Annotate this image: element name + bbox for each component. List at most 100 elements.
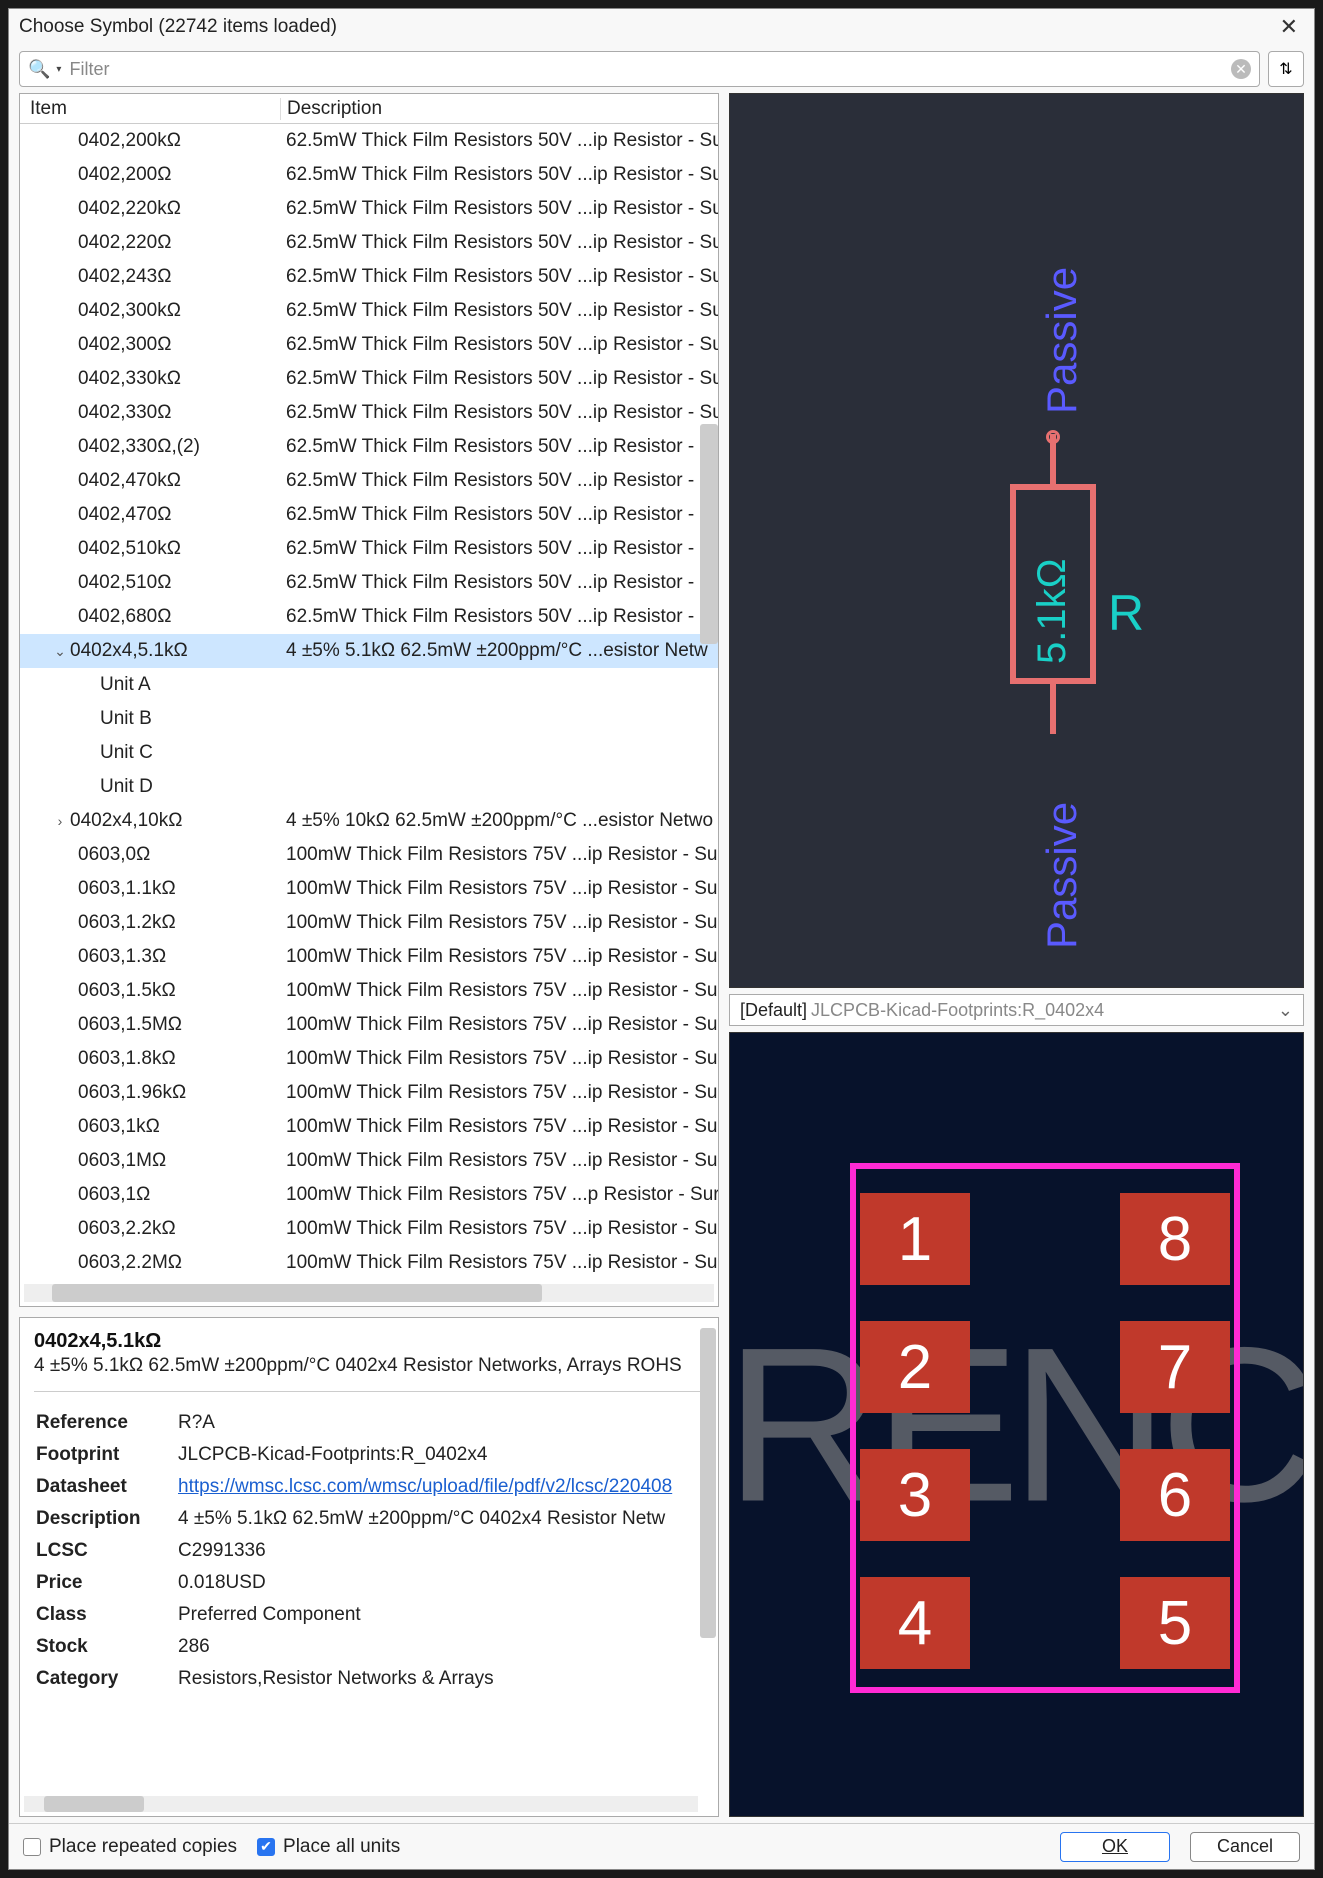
list-item[interactable]: 0603,1.3Ω100mW Thick Film Resistors 75V … <box>20 940 718 974</box>
list-item-name: 0402,510kΩ <box>78 538 181 559</box>
right-column: Passive 5.1kΩ R Passive [Default] JLCPCB… <box>729 93 1304 1817</box>
list-item-description: 62.5mW Thick Film Resistors 50V ...ip Re… <box>280 402 718 424</box>
list-item[interactable]: Unit D <box>20 770 718 804</box>
field-description-key: Description <box>36 1504 176 1534</box>
horizontal-scrollbar-thumb[interactable] <box>52 1284 542 1302</box>
list-item[interactable]: Unit A <box>20 668 718 702</box>
list-item-name: 0402,200kΩ <box>78 130 181 151</box>
list-item[interactable]: 0402,510Ω62.5mW Thick Film Resistors 50V… <box>20 566 718 600</box>
footprint-select[interactable]: [Default] JLCPCB-Kicad-Footprints:R_0402… <box>729 994 1304 1026</box>
list-item[interactable]: 0402,680Ω62.5mW Thick Film Resistors 50V… <box>20 600 718 634</box>
list-item-description: 62.5mW Thick Film Resistors 50V ...ip Re… <box>280 232 718 254</box>
list-item[interactable]: 0402,300Ω62.5mW Thick Film Resistors 50V… <box>20 328 718 362</box>
search-field[interactable]: 🔍 ▾ ✕ <box>19 51 1260 87</box>
footprint-preview-canvas[interactable]: RENC 1 2 3 4 5 6 7 8 <box>729 1032 1304 1817</box>
list-item[interactable]: 0402,200kΩ62.5mW Thick Film Resistors 50… <box>20 124 718 158</box>
list-item-name: 0603,2.2kΩ <box>78 1218 176 1239</box>
list-item-description: 62.5mW Thick Film Resistors 50V ...ip Re… <box>280 504 718 526</box>
detail-horizontal-scrollbar-thumb[interactable] <box>44 1796 144 1812</box>
list-item-name: 0603,1.3Ω <box>78 946 166 967</box>
pin-label-bottom: Passive <box>1038 802 1086 949</box>
list-item-description: 4 ±5% 10kΩ 62.5mW ±200ppm/°C ...esistor … <box>280 810 718 832</box>
list-item[interactable]: 0402,220kΩ62.5mW Thick Film Resistors 50… <box>20 192 718 226</box>
checkbox-place-all-units[interactable]: ✔ Place all units <box>257 1836 400 1858</box>
checkbox-checked-icon: ✔ <box>257 1838 275 1856</box>
column-header-item[interactable]: Item <box>20 98 280 120</box>
list-item[interactable]: 0402,243Ω62.5mW Thick Film Resistors 50V… <box>20 260 718 294</box>
column-header-description[interactable]: Description <box>280 98 718 120</box>
pin-line-top <box>1050 434 1056 488</box>
list-item-description: 100mW Thick Film Resistors 75V ...ip Res… <box>280 1048 718 1070</box>
list-item[interactable]: 0402,200Ω62.5mW Thick Film Resistors 50V… <box>20 158 718 192</box>
list-item-name: 0603,1.5MΩ <box>78 1014 182 1035</box>
chevron-right-icon[interactable]: › <box>50 813 70 829</box>
list-item-name: 0402,220kΩ <box>78 198 181 219</box>
symbol-value: 5.1kΩ <box>1030 558 1075 664</box>
sort-button[interactable]: ⇅ <box>1268 51 1304 87</box>
checkbox-repeated-copies[interactable]: Place repeated copies <box>23 1836 237 1858</box>
vertical-scrollbar-thumb[interactable] <box>700 424 718 644</box>
list-item[interactable]: 0402,330Ω,(2)62.5mW Thick Film Resistors… <box>20 430 718 464</box>
field-datasheet-link[interactable]: https://wmsc.lcsc.com/wmsc/upload/file/p… <box>178 1476 702 1498</box>
list-item-name: 0603,1.1kΩ <box>78 878 176 899</box>
list-item[interactable]: 0402,470Ω62.5mW Thick Film Resistors 50V… <box>20 498 718 532</box>
list-item[interactable]: 0603,1.2kΩ100mW Thick Film Resistors 75V… <box>20 906 718 940</box>
search-mode-caret-icon[interactable]: ▾ <box>56 64 61 75</box>
list-item-name: 0402,510Ω <box>78 572 171 593</box>
list-item-description: 100mW Thick Film Resistors 75V ...ip Res… <box>280 980 718 1002</box>
cancel-button[interactable]: Cancel <box>1190 1832 1300 1862</box>
chevron-down-icon[interactable]: ⌄ <box>50 643 70 660</box>
horizontal-scrollbar[interactable] <box>24 1284 714 1302</box>
pad-7: 7 <box>1120 1321 1230 1413</box>
field-lcsc-value: C2991336 <box>178 1536 702 1566</box>
symbol-preview-canvas[interactable]: Passive 5.1kΩ R Passive <box>729 93 1304 988</box>
list-item[interactable]: 0603,1.5kΩ100mW Thick Film Resistors 75V… <box>20 974 718 1008</box>
list-item[interactable]: Unit C <box>20 736 718 770</box>
list-item-name: Unit B <box>100 708 152 729</box>
list-item-description: 100mW Thick Film Resistors 75V ...ip Res… <box>280 912 718 934</box>
list-item[interactable]: 0603,0Ω100mW Thick Film Resistors 75V ..… <box>20 838 718 872</box>
detail-vertical-scrollbar-thumb[interactable] <box>700 1328 716 1638</box>
detail-horizontal-scrollbar[interactable] <box>24 1796 698 1812</box>
list-item[interactable]: 0402,470kΩ62.5mW Thick Film Resistors 50… <box>20 464 718 498</box>
clear-search-icon[interactable]: ✕ <box>1231 59 1251 79</box>
list-item[interactable]: 0603,1.1kΩ100mW Thick Film Resistors 75V… <box>20 872 718 906</box>
checkbox-label: Place repeated copies <box>49 1836 237 1858</box>
footer: Place repeated copies ✔ Place all units … <box>9 1823 1314 1869</box>
list-item-description: 62.5mW Thick Film Resistors 50V ...ip Re… <box>280 266 718 288</box>
list-item[interactable]: 0402,300kΩ62.5mW Thick Film Resistors 50… <box>20 294 718 328</box>
list-item[interactable]: 0603,1.96kΩ100mW Thick Film Resistors 75… <box>20 1076 718 1110</box>
field-reference-key: Reference <box>36 1408 176 1438</box>
detail-subtitle: 4 ±5% 5.1kΩ 62.5mW ±200ppm/°C 0402x4 Res… <box>34 1355 704 1377</box>
symbol-list-body[interactable]: 0402,200kΩ 62.5mW Thick Film Resistors 50… <box>20 124 718 1280</box>
list-item[interactable]: 0603,2.2kΩ100mW Thick Film Resistors 75V… <box>20 1212 718 1246</box>
search-input[interactable] <box>69 59 1231 80</box>
list-item-name: 0603,0Ω <box>78 844 150 865</box>
close-icon[interactable]: ✕ <box>1274 14 1304 40</box>
field-description-value: 4 ±5% 5.1kΩ 62.5mW ±200ppm/°C 0402x4 Res… <box>178 1504 702 1534</box>
list-item[interactable]: 0603,1Ω100mW Thick Film Resistors 75V ..… <box>20 1178 718 1212</box>
list-item[interactable]: 0402,330kΩ62.5mW Thick Film Resistors 50… <box>20 362 718 396</box>
field-price-value: 0.018USD <box>178 1568 702 1598</box>
list-item-name: 0402x4,10kΩ <box>70 810 182 831</box>
list-item[interactable]: 0603,1kΩ100mW Thick Film Resistors 75V .… <box>20 1110 718 1144</box>
list-item[interactable]: ⌄0402x4,5.1kΩ4 ±5% 5.1kΩ 62.5mW ±200ppm/… <box>20 634 718 668</box>
list-item[interactable]: 0603,1.8kΩ100mW Thick Film Resistors 75V… <box>20 1042 718 1076</box>
list-item[interactable]: 0402,510kΩ62.5mW Thick Film Resistors 50… <box>20 532 718 566</box>
list-item[interactable]: Unit B <box>20 702 718 736</box>
ok-button[interactable]: OK <box>1060 1832 1170 1862</box>
list-item[interactable]: ›0402x4,10kΩ 4 ±5% 10kΩ 62.5mW ±200ppm/°C… <box>20 804 718 838</box>
pad-1: 1 <box>860 1193 970 1285</box>
chevron-down-icon: ⌄ <box>1278 1000 1293 1021</box>
list-item[interactable]: 0402,330Ω62.5mW Thick Film Resistors 50V… <box>20 396 718 430</box>
choose-symbol-dialog: Choose Symbol (22742 items loaded) ✕ 🔍 ▾… <box>8 8 1315 1870</box>
field-stock-value: 286 <box>178 1632 702 1662</box>
field-footprint-value: JLCPCB-Kicad-Footprints:R_0402x4 <box>178 1440 702 1470</box>
list-item[interactable]: 0603,1MΩ100mW Thick Film Resistors 75V .… <box>20 1144 718 1178</box>
list-item-name: 0603,1kΩ <box>78 1116 160 1137</box>
list-item[interactable]: 0402,220Ω62.5mW Thick Film Resistors 50V… <box>20 226 718 260</box>
list-item[interactable]: 0603,1.5MΩ100mW Thick Film Resistors 75V… <box>20 1008 718 1042</box>
sort-icon: ⇅ <box>1279 59 1292 79</box>
list-item[interactable]: 0603,2.2MΩ100mW Thick Film Resistors 75V… <box>20 1246 718 1280</box>
list-item-description: 100mW Thick Film Resistors 75V ...ip Res… <box>280 1150 718 1172</box>
